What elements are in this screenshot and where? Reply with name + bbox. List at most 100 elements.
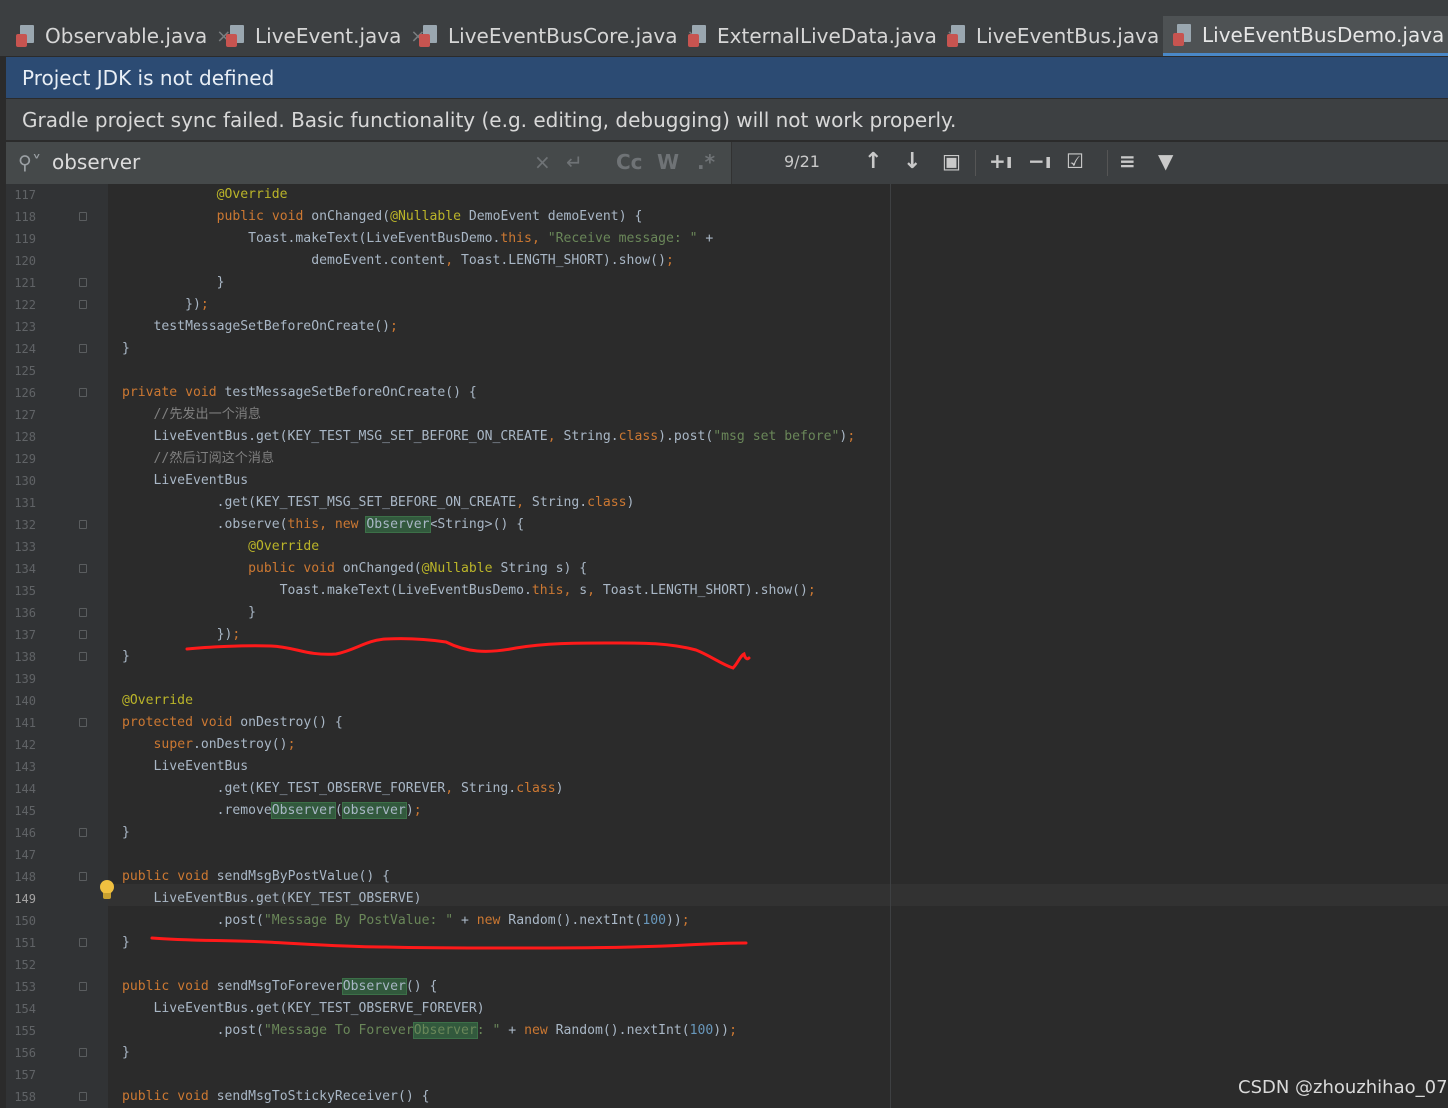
fold-marker-icon[interactable] <box>79 872 87 881</box>
code-text[interactable]: //然后订阅这个消息 <box>122 448 275 470</box>
clear-search-icon[interactable]: × <box>534 150 551 174</box>
fold-marker-icon[interactable] <box>79 300 87 309</box>
code-text[interactable]: protected void onDestroy() { <box>122 712 343 734</box>
search-options-icon[interactable]: ≡ <box>1119 149 1136 173</box>
code-text[interactable]: LiveEventBus.get(KEY_TEST_MSG_SET_BEFORE… <box>122 426 856 448</box>
add-selection-next-icon[interactable]: +ı <box>989 149 1013 173</box>
code-line[interactable]: 140 @Override <box>6 690 1448 712</box>
code-text[interactable]: .post("Message To ForeverObserver: " + n… <box>122 1020 737 1042</box>
fold-marker-icon[interactable] <box>79 630 87 639</box>
code-line[interactable]: 123 testMessageSetBeforeOnCreate(); <box>6 316 1448 338</box>
code-text[interactable]: demoEvent.content, Toast.LENGTH_SHORT).s… <box>122 250 674 272</box>
code-text[interactable]: public void sendMsgToStickyReceiver() { <box>122 1086 429 1108</box>
code-line[interactable]: 150 .post("Message By PostValue: " + new… <box>6 910 1448 932</box>
code-line[interactable]: 131 .get(KEY_TEST_MSG_SET_BEFORE_ON_CREA… <box>6 492 1448 514</box>
code-line[interactable]: 117 @Override <box>6 184 1448 206</box>
code-editor[interactable]: 117 @Override 118 public void onChanged(@… <box>6 184 1448 1108</box>
code-line[interactable]: 135 Toast.makeText(LiveEventBusDemo.this… <box>6 580 1448 602</box>
code-line[interactable]: 147 <box>6 844 1448 866</box>
code-text[interactable]: .get(KEY_TEST_MSG_SET_BEFORE_ON_CREATE, … <box>122 492 635 514</box>
code-text[interactable]: super.onDestroy(); <box>122 734 296 756</box>
fold-marker-icon[interactable] <box>79 564 87 573</box>
fold-marker-icon[interactable] <box>79 388 87 397</box>
code-line[interactable]: 156} <box>6 1042 1448 1064</box>
code-text[interactable]: public void onChanged(@Nullable DemoEven… <box>122 206 643 228</box>
code-text[interactable]: } <box>122 646 130 668</box>
unselect-occurrence-icon[interactable]: −ı <box>1028 149 1052 173</box>
filter-icon[interactable]: ▼ <box>1158 149 1173 173</box>
code-text[interactable]: LiveEventBus <box>122 470 249 492</box>
previous-occurrence-icon[interactable]: ↑ <box>864 149 882 174</box>
code-line[interactable]: 118 public void onChanged(@Nullable Demo… <box>6 206 1448 228</box>
code-line[interactable]: 124} <box>6 338 1448 360</box>
fold-marker-icon[interactable] <box>79 212 87 221</box>
code-line[interactable]: 136 } <box>6 602 1448 624</box>
code-line[interactable]: 141 protected void onDestroy() { <box>6 712 1448 734</box>
fold-marker-icon[interactable] <box>79 1048 87 1057</box>
tab-externallivedata[interactable]: ExternalLiveData.java× <box>678 16 967 56</box>
code-text[interactable]: public void sendMsgByPostValue() { <box>122 866 390 888</box>
code-line[interactable]: 157 <box>6 1064 1448 1086</box>
fold-marker-icon[interactable] <box>79 652 87 661</box>
code-text[interactable]: public void onChanged(@Nullable String s… <box>122 558 587 580</box>
lightbulb-icon[interactable] <box>99 880 115 902</box>
code-text[interactable]: LiveEventBus.get(KEY_TEST_OBSERVE_FOREVE… <box>122 998 485 1020</box>
code-line[interactable]: 120 demoEvent.content, Toast.LENGTH_SHOR… <box>6 250 1448 272</box>
code-line[interactable]: 119 Toast.makeText(LiveEventBusDemo.this… <box>6 228 1448 250</box>
code-text[interactable]: }); <box>122 294 209 316</box>
code-text[interactable]: Toast.makeText(LiveEventBusDemo.this, "R… <box>122 228 713 250</box>
code-text[interactable]: .removeObserver(observer); <box>122 800 422 822</box>
code-line[interactable]: 125 <box>6 360 1448 382</box>
search-icon[interactable]: ⚲˅ <box>18 152 41 174</box>
code-text[interactable]: LiveEventBus.get(KEY_TEST_OBSERVE) <box>122 888 422 910</box>
code-line[interactable]: 148 public void sendMsgByPostValue() { <box>6 866 1448 888</box>
tab-liveeventbuscore[interactable]: LiveEventBusCore.java× <box>409 16 708 56</box>
code-text[interactable]: LiveEventBus <box>122 756 249 778</box>
code-line[interactable]: 139 <box>6 668 1448 690</box>
fold-marker-icon[interactable] <box>79 520 87 529</box>
fold-marker-icon[interactable] <box>79 344 87 353</box>
code-line[interactable]: 145 .removeObserver(observer); <box>6 800 1448 822</box>
fold-marker-icon[interactable] <box>79 828 87 837</box>
tab-liveeventbusdemo[interactable]: LiveEventBusDemo.java× <box>1163 16 1448 56</box>
code-text[interactable]: .get(KEY_TEST_OBSERVE_FOREVER, String.cl… <box>122 778 564 800</box>
gradle-warning-banner[interactable]: Gradle project sync failed. Basic functi… <box>6 99 1448 141</box>
tab-liveevent[interactable]: LiveEvent.java × <box>216 16 432 56</box>
code-line[interactable]: 146} <box>6 822 1448 844</box>
code-line[interactable]: 149 LiveEventBus.get(KEY_TEST_OBSERVE) <box>6 888 1448 910</box>
code-line[interactable]: 126 private void testMessageSetBeforeOnCr… <box>6 382 1448 404</box>
code-line[interactable]: 134 public void onChanged(@Nullable Stri… <box>6 558 1448 580</box>
new-line-icon[interactable]: ↵ <box>566 150 583 174</box>
fold-marker-icon[interactable] <box>79 938 87 947</box>
code-line[interactable]: 137 }); <box>6 624 1448 646</box>
code-text[interactable]: } <box>122 822 130 844</box>
code-text[interactable]: @Override <box>122 184 288 206</box>
code-text[interactable]: @Override <box>122 536 319 558</box>
code-text[interactable]: .observe(this, new Observer<String>() { <box>122 514 524 536</box>
code-line[interactable]: 143 LiveEventBus <box>6 756 1448 778</box>
code-line[interactable]: 154 LiveEventBus.get(KEY_TEST_OBSERVE_FO… <box>6 998 1448 1020</box>
code-text[interactable]: testMessageSetBeforeOnCreate(); <box>122 316 398 338</box>
code-line[interactable]: 122 }); <box>6 294 1448 316</box>
match-case-button[interactable]: Cc <box>616 150 643 174</box>
fold-marker-icon[interactable] <box>79 982 87 991</box>
words-button[interactable]: W <box>657 150 679 174</box>
code-line[interactable]: 158 public void sendMsgToStickyReceiver()… <box>6 1086 1448 1108</box>
search-input[interactable]: observer <box>52 150 140 174</box>
code-line[interactable]: 133 @Override <box>6 536 1448 558</box>
code-text[interactable]: .post("Message By PostValue: " + new Ran… <box>122 910 690 932</box>
fold-marker-icon[interactable] <box>79 1092 87 1101</box>
next-occurrence-icon[interactable]: ↓ <box>903 149 921 174</box>
code-text[interactable]: } <box>122 602 256 624</box>
code-text[interactable]: public void sendMsgToForeverObserver() { <box>122 976 437 998</box>
code-text[interactable]: private void testMessageSetBeforeOnCreat… <box>122 382 477 404</box>
fold-marker-icon[interactable] <box>79 608 87 617</box>
code-line[interactable]: 127 //先发出一个消息 <box>6 404 1448 426</box>
tab-observable[interactable]: Observable.java × <box>6 16 237 56</box>
code-text[interactable]: }); <box>122 624 241 646</box>
code-line[interactable]: 130 LiveEventBus <box>6 470 1448 492</box>
fold-marker-icon[interactable] <box>79 278 87 287</box>
code-line[interactable]: 144 .get(KEY_TEST_OBSERVE_FOREVER, Strin… <box>6 778 1448 800</box>
code-text[interactable]: } <box>122 932 130 954</box>
select-all-occurrences-icon[interactable]: ☑ <box>1066 149 1084 173</box>
